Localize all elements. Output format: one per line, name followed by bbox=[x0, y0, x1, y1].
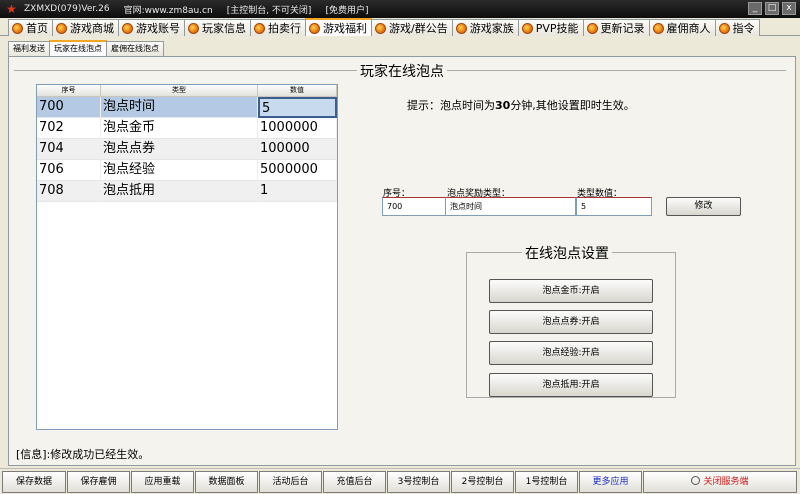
save-data-button[interactable]: 保存数据 bbox=[2, 471, 66, 493]
tab-game-welfare[interactable]: 游戏福利 bbox=[305, 18, 372, 36]
tab-icon bbox=[122, 22, 133, 34]
section-title: 玩家在线泡点 bbox=[357, 61, 447, 81]
subtab-hired-online-points[interactable]: 雇佣在线泡点 bbox=[106, 41, 164, 56]
tab-pvp-skill[interactable]: PVP技能 bbox=[517, 19, 584, 36]
cell-type: 泡点点券 bbox=[101, 138, 258, 160]
tab-icon bbox=[12, 22, 23, 34]
tab-update-log[interactable]: 更新记录 bbox=[582, 19, 650, 36]
power-icon bbox=[691, 476, 701, 485]
table-row[interactable]: 704 泡点点券 100000 bbox=[37, 138, 337, 160]
save-hired-button[interactable]: 保存雇佣 bbox=[67, 471, 130, 493]
main-tab-bar: 首页 游戏商城 游戏账号 玩家信息 拍卖行 游戏福利 游戏/群公告 游戏家族 P… bbox=[0, 18, 800, 36]
console-1-button[interactable]: 1号控制台 bbox=[515, 471, 578, 493]
tab-commands[interactable]: 指令 bbox=[714, 19, 760, 36]
app-logo-icon: ★ bbox=[6, 2, 17, 16]
minimize-button[interactable]: _ bbox=[748, 2, 762, 15]
cell-type: 泡点抵用 bbox=[101, 180, 258, 202]
table-row[interactable]: 708 泡点抵用 1 bbox=[37, 180, 337, 202]
table-row[interactable]: 700 泡点时间 5 bbox=[37, 96, 337, 118]
toggle-voucher-button[interactable]: 泡点抵用:开启 bbox=[489, 373, 653, 397]
sub-tab-bar: 福利发送 玩家在线泡点 雇佣在线泡点 bbox=[8, 40, 164, 56]
modify-button[interactable]: 修改 bbox=[666, 197, 741, 216]
maximize-button[interactable]: □ bbox=[765, 2, 779, 15]
title-status: [主控制台, 不可关闭] bbox=[226, 5, 312, 16]
status-message: [信息]:修改成功已经生效。 bbox=[16, 448, 150, 461]
subtab-welfare-send[interactable]: 福利发送 bbox=[8, 41, 50, 56]
hint-text: 提示：泡点时间为30分钟,其他设置即时生效。 bbox=[407, 99, 635, 112]
header-value[interactable]: 数值 bbox=[258, 85, 337, 96]
cell-id: 706 bbox=[37, 159, 101, 181]
tab-guild[interactable]: 游戏家族 bbox=[451, 19, 519, 36]
cell-type: 泡点金币 bbox=[101, 117, 258, 139]
settings-title: 在线泡点设置 bbox=[522, 243, 612, 263]
console-3-button[interactable]: 3号控制台 bbox=[387, 471, 450, 493]
tab-icon bbox=[56, 22, 67, 34]
tab-hired-merchant[interactable]: 雇佣商人 bbox=[648, 19, 716, 36]
header-type[interactable]: 类型 bbox=[101, 85, 258, 96]
id-field[interactable]: 700 bbox=[382, 197, 446, 216]
title-user: [免费用户] bbox=[325, 5, 369, 16]
tab-icon bbox=[375, 22, 386, 34]
bottom-toolbar: 保存数据 保存雇佣 应用重载 数据面板 活动后台 充值后台 3号控制台 2号控制… bbox=[0, 468, 800, 494]
cell-type: 泡点经验 bbox=[101, 159, 258, 181]
tab-icon bbox=[521, 22, 533, 34]
toggle-exp-button[interactable]: 泡点经验:开启 bbox=[489, 341, 653, 365]
tab-icon bbox=[309, 22, 320, 34]
tab-announcement[interactable]: 游戏/群公告 bbox=[371, 19, 453, 36]
reload-app-button[interactable]: 应用重载 bbox=[131, 471, 194, 493]
cell-value[interactable]: 5 bbox=[258, 96, 337, 118]
toggle-coupon-button[interactable]: 泡点点券:开启 bbox=[489, 310, 653, 334]
tab-icon bbox=[718, 22, 730, 34]
window-controls: _ □ x bbox=[748, 2, 796, 15]
activity-backend-button[interactable]: 活动后台 bbox=[259, 471, 322, 493]
title-app: ZXMXD(079)Ver.26 bbox=[24, 4, 110, 14]
tab-icon bbox=[188, 22, 199, 34]
subtab-player-online-points[interactable]: 玩家在线泡点 bbox=[49, 40, 107, 56]
table-row[interactable]: 706 泡点经验 5000000 bbox=[37, 159, 337, 181]
tab-game-mall[interactable]: 游戏商城 bbox=[52, 19, 119, 36]
title-bar: ★ ZXMXD(079)Ver.26 官网:www.zm8au.cn [主控制台… bbox=[0, 0, 800, 18]
tab-icon bbox=[652, 22, 664, 34]
tab-icon bbox=[586, 22, 598, 34]
cell-value[interactable]: 1000000 bbox=[258, 117, 337, 139]
cell-value[interactable]: 1 bbox=[258, 180, 337, 202]
cell-id: 704 bbox=[37, 138, 101, 160]
close-server-button[interactable]: 关闭服务端 bbox=[643, 471, 797, 493]
recharge-backend-button[interactable]: 充值后台 bbox=[323, 471, 386, 493]
cell-id: 708 bbox=[37, 180, 101, 202]
tab-auction[interactable]: 拍卖行 bbox=[250, 19, 306, 36]
table-header: 序号 类型 数值 bbox=[37, 85, 337, 97]
more-apps-button[interactable]: 更多应用 bbox=[579, 471, 642, 493]
cell-id: 700 bbox=[37, 96, 101, 118]
tab-home[interactable]: 首页 bbox=[8, 19, 53, 36]
cell-value[interactable]: 5000000 bbox=[258, 159, 337, 181]
tab-game-account[interactable]: 游戏账号 bbox=[118, 19, 185, 36]
type-field[interactable]: 泡点时间 bbox=[445, 197, 576, 216]
cell-type: 泡点时间 bbox=[101, 96, 258, 118]
close-window-button[interactable]: x bbox=[782, 2, 796, 15]
header-id[interactable]: 序号 bbox=[37, 85, 101, 96]
tab-icon bbox=[254, 22, 265, 34]
table-row[interactable]: 702 泡点金币 1000000 bbox=[37, 117, 337, 139]
title-site: 官网:www.zm8au.cn bbox=[123, 5, 213, 16]
tab-icon bbox=[455, 22, 467, 34]
data-panel-button[interactable]: 数据面板 bbox=[195, 471, 258, 493]
value-field[interactable]: 5 bbox=[576, 197, 652, 216]
tab-player-info[interactable]: 玩家信息 bbox=[184, 19, 251, 36]
console-2-button[interactable]: 2号控制台 bbox=[451, 471, 514, 493]
cell-value[interactable]: 100000 bbox=[258, 138, 337, 160]
cell-id: 702 bbox=[37, 117, 101, 139]
points-table[interactable]: 序号 类型 数值 700 泡点时间 5 702 泡点金币 1000000 704… bbox=[36, 84, 338, 430]
toggle-gold-button[interactable]: 泡点金币:开启 bbox=[489, 279, 653, 303]
